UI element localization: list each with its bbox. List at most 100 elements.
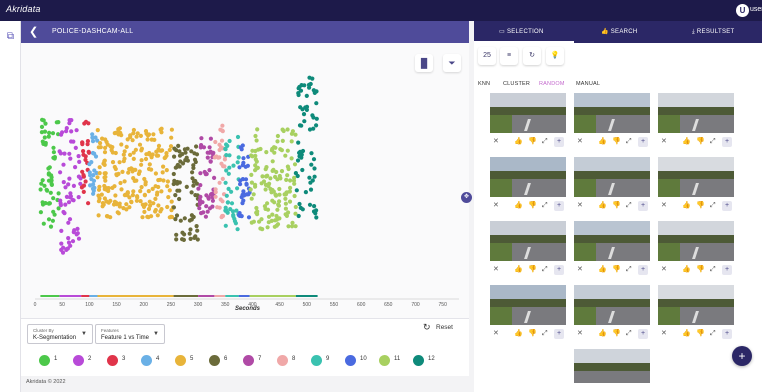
scatter-point[interactable] xyxy=(175,188,180,193)
scatter-point[interactable] xyxy=(83,157,88,162)
thumbs-up-icon[interactable]: 👍 xyxy=(682,264,691,276)
add-icon[interactable]: + xyxy=(554,265,564,275)
scatter-point[interactable] xyxy=(303,190,308,195)
scatter-point[interactable] xyxy=(198,171,203,176)
add-icon[interactable]: + xyxy=(638,265,648,275)
scatter-point[interactable] xyxy=(249,153,254,158)
scatter-point[interactable] xyxy=(191,165,196,171)
close-icon[interactable]: ✕ xyxy=(493,136,499,148)
scatter-point[interactable] xyxy=(198,183,203,188)
scatter-point[interactable] xyxy=(162,155,167,161)
scatter-point[interactable] xyxy=(67,118,72,123)
scatter-point[interactable] xyxy=(66,182,71,187)
scatter-point[interactable] xyxy=(56,191,61,196)
scatter-point[interactable] xyxy=(59,228,64,233)
scatter-point[interactable] xyxy=(77,159,82,164)
dashcam-image[interactable] xyxy=(490,93,566,133)
scatter-point[interactable] xyxy=(207,150,212,155)
scatter-point[interactable] xyxy=(288,178,293,183)
scatter-point[interactable] xyxy=(91,191,96,196)
scatter-point[interactable] xyxy=(47,201,52,206)
scatter-point[interactable] xyxy=(290,224,295,229)
dashcam-image[interactable] xyxy=(574,285,650,325)
thumbs-down-icon[interactable]: 👎 xyxy=(696,328,705,340)
scatter-point[interactable] xyxy=(131,127,136,133)
scatter-point[interactable] xyxy=(263,206,268,211)
lightbulb-icon[interactable]: 💡 xyxy=(546,47,564,65)
scatter-point[interactable] xyxy=(79,185,84,190)
scatter-point[interactable] xyxy=(311,126,316,131)
count-badge[interactable]: 25 xyxy=(478,47,496,65)
scatter-point[interactable] xyxy=(114,202,119,207)
add-icon[interactable]: + xyxy=(638,201,648,211)
scatter-point[interactable] xyxy=(97,184,102,189)
expand-icon[interactable]: ⤢ xyxy=(542,200,548,212)
scatter-point[interactable] xyxy=(173,217,178,222)
thumbs-down-icon[interactable]: 👎 xyxy=(612,264,621,276)
scatter-point[interactable] xyxy=(236,155,241,160)
scatter-point[interactable] xyxy=(194,144,199,149)
scatter-point[interactable] xyxy=(264,174,269,179)
close-icon[interactable]: ✕ xyxy=(577,264,583,276)
scatter-point[interactable] xyxy=(254,138,259,143)
scatter-point[interactable] xyxy=(173,193,178,198)
refresh-icon[interactable]: ↻ xyxy=(523,47,541,65)
scatter-point[interactable] xyxy=(96,213,101,218)
filter-icon[interactable]: ⏷ xyxy=(443,54,461,72)
dashcam-image[interactable] xyxy=(658,285,734,325)
thumbs-down-icon[interactable]: 👎 xyxy=(612,136,621,148)
scatter-point[interactable] xyxy=(102,171,107,176)
scatter-point[interactable] xyxy=(124,144,129,149)
scatter-point[interactable] xyxy=(42,183,47,188)
scatter-point[interactable] xyxy=(42,129,48,134)
scatter-point[interactable] xyxy=(165,179,170,184)
scatter-point[interactable] xyxy=(283,153,288,158)
scatter-point[interactable] xyxy=(253,133,258,139)
scatter-point[interactable] xyxy=(83,179,88,184)
scatter-point[interactable] xyxy=(273,192,278,197)
dashcam-image[interactable] xyxy=(490,285,566,325)
scatter-point[interactable] xyxy=(211,150,216,155)
bar-chart-icon[interactable]: ▐▌ xyxy=(415,54,433,72)
scatter-point[interactable] xyxy=(295,173,300,179)
scatter-point[interactable] xyxy=(166,195,171,200)
cluster-series-5[interactable] xyxy=(95,126,176,220)
scatter-point[interactable] xyxy=(167,147,172,153)
scatter-point[interactable] xyxy=(147,150,152,156)
scatter-point[interactable] xyxy=(81,174,86,179)
dashcam-image[interactable] xyxy=(658,157,734,197)
scatter-point[interactable] xyxy=(124,202,129,207)
scatter-point[interactable] xyxy=(138,189,143,194)
thumbs-up-icon[interactable]: 👍 xyxy=(598,328,607,340)
scatter-point[interactable] xyxy=(102,150,108,155)
scatter-point[interactable] xyxy=(213,187,218,192)
scatter-point[interactable] xyxy=(292,175,297,180)
subtab-knn[interactable]: KNN xyxy=(478,81,490,87)
scatter-point[interactable] xyxy=(199,211,204,216)
scatter-point[interactable] xyxy=(134,134,139,139)
scatter-point[interactable] xyxy=(149,155,154,160)
network-graph-icon[interactable]: ⧉ xyxy=(3,29,18,44)
scatter-point[interactable] xyxy=(73,165,78,170)
scatter-point[interactable] xyxy=(145,137,150,142)
scatter-point[interactable] xyxy=(254,205,259,211)
scatter-point[interactable] xyxy=(213,194,218,199)
scatter-point[interactable] xyxy=(266,183,271,189)
scatter-point[interactable] xyxy=(90,139,96,144)
scatter-point[interactable] xyxy=(59,241,64,246)
scatter-point[interactable] xyxy=(190,170,195,175)
scatter-point[interactable] xyxy=(285,148,290,153)
expand-panel-icon[interactable]: ✥ xyxy=(461,192,472,203)
thumbs-up-icon[interactable]: 👍 xyxy=(598,200,607,212)
scatter-point[interactable] xyxy=(67,176,72,181)
scatter-point[interactable] xyxy=(282,192,287,197)
scatter-point[interactable] xyxy=(307,85,312,90)
scatter-point[interactable] xyxy=(140,215,145,220)
scatter-point[interactable] xyxy=(172,146,177,151)
scatter-point[interactable] xyxy=(235,134,241,140)
scatter-point[interactable] xyxy=(64,129,69,134)
thumbs-up-icon[interactable]: 👍 xyxy=(514,264,523,276)
scatter-point[interactable] xyxy=(70,239,76,244)
scatter-point[interactable] xyxy=(161,164,166,169)
scatter-point[interactable] xyxy=(137,142,143,147)
